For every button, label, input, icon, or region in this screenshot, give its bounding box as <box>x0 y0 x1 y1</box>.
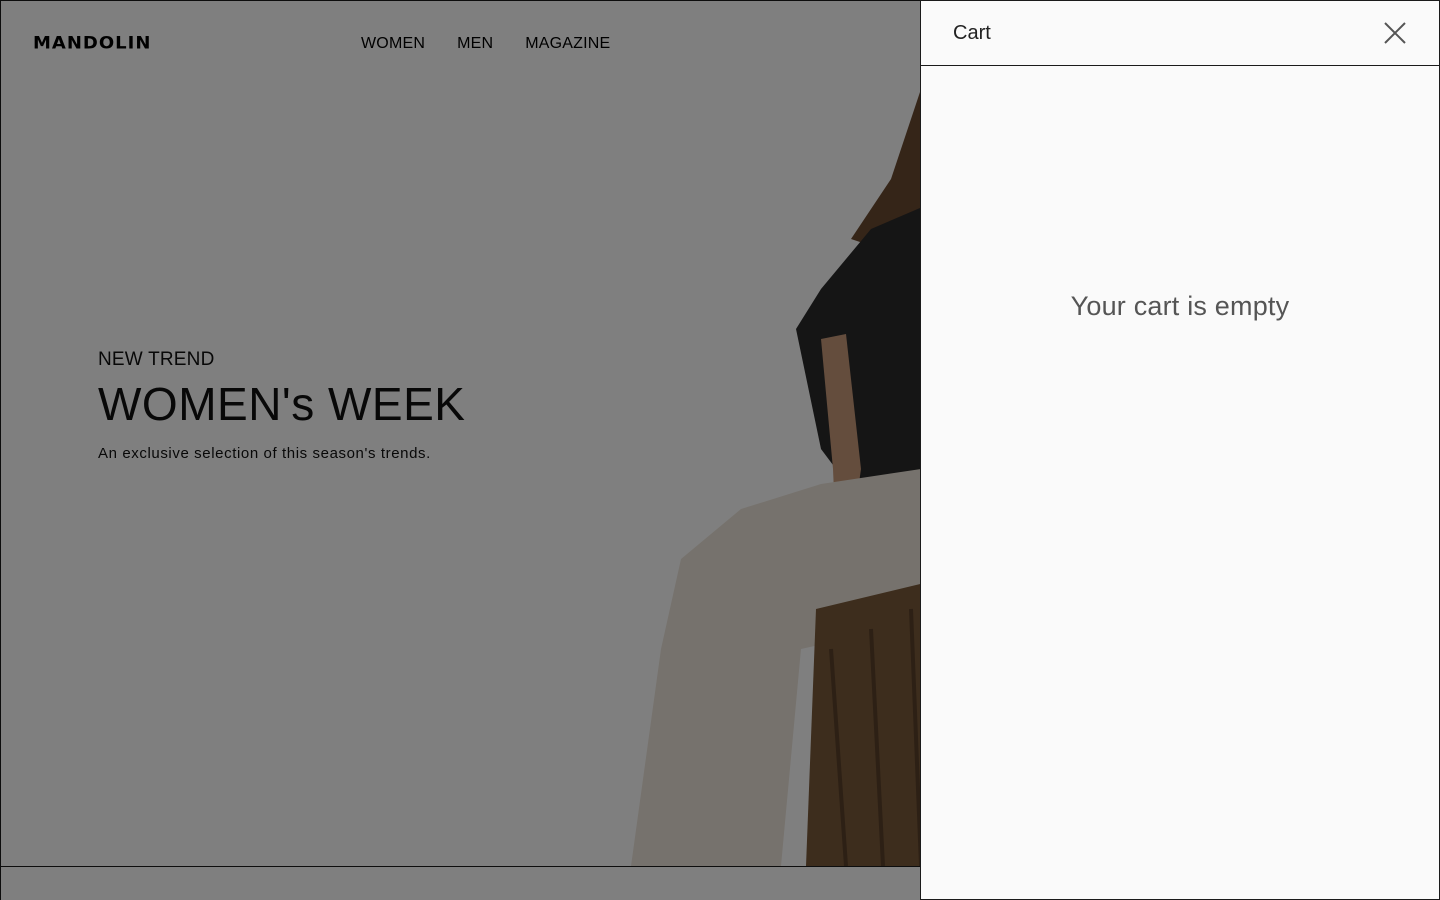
close-cart-button[interactable] <box>1383 21 1407 45</box>
page: MANDOLIN WOMEN MEN MAGAZINE NEW TREND WO… <box>0 0 1440 900</box>
cart-title: Cart <box>953 22 991 44</box>
cart-header: Cart <box>921 1 1439 66</box>
close-icon <box>1384 22 1406 44</box>
cart-drawer: Cart Your cart is empty <box>920 0 1440 900</box>
cart-empty-message: Your cart is empty <box>1070 291 1290 321</box>
